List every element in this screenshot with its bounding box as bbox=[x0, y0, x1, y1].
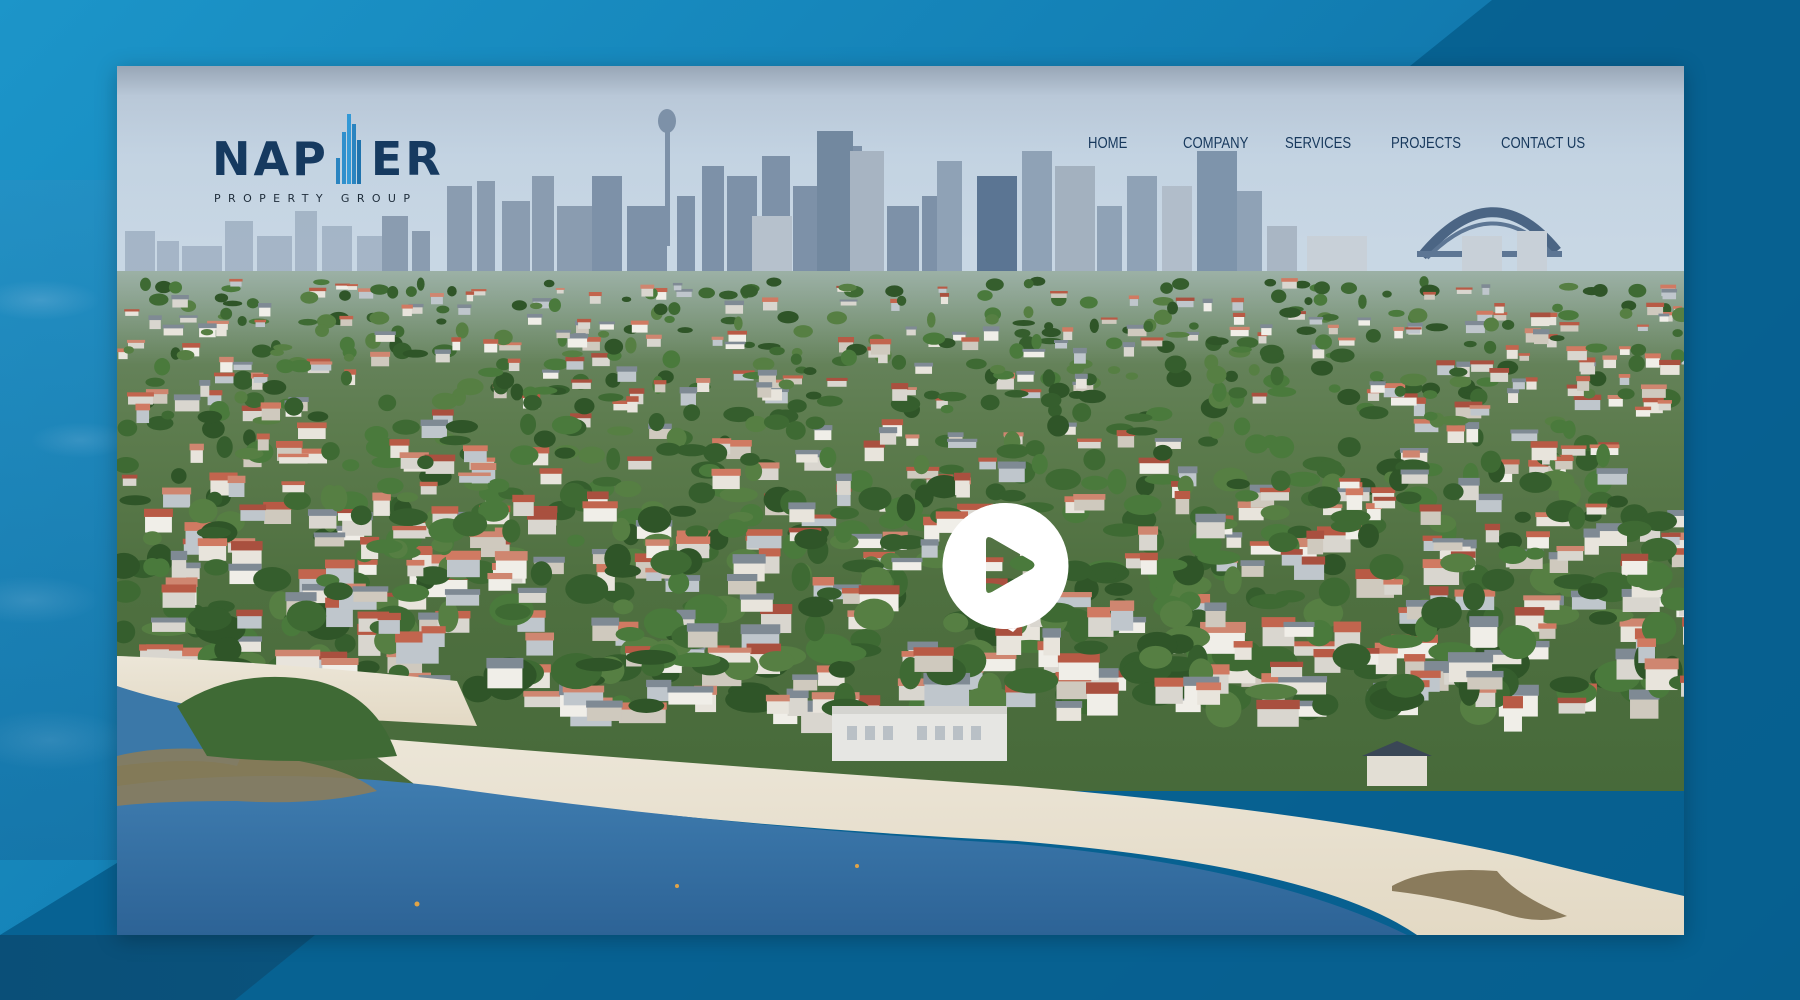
background-photo-overlay bbox=[0, 180, 117, 860]
play-video-button[interactable] bbox=[940, 501, 1071, 632]
main-navigation: HOME COMPANY SERVICES PROJECTS CONTACT U… bbox=[117, 135, 1684, 159]
nav-company[interactable]: COMPANY bbox=[1183, 135, 1248, 153]
nav-projects[interactable]: PROJECTS bbox=[1391, 135, 1461, 153]
hero-video-poster: NAP ER PROPERTY GROUP HOME COMPANY SERVIC… bbox=[117, 66, 1684, 935]
nav-contact-us[interactable]: CONTACT US bbox=[1501, 135, 1585, 153]
website-hero-frame: NAP ER PROPERTY GROUP HOME COMPANY SERVIC… bbox=[117, 66, 1684, 935]
nav-services[interactable]: SERVICES bbox=[1285, 135, 1351, 153]
nav-home[interactable]: HOME bbox=[1088, 135, 1127, 153]
logo-tagline: PROPERTY GROUP bbox=[214, 192, 418, 205]
